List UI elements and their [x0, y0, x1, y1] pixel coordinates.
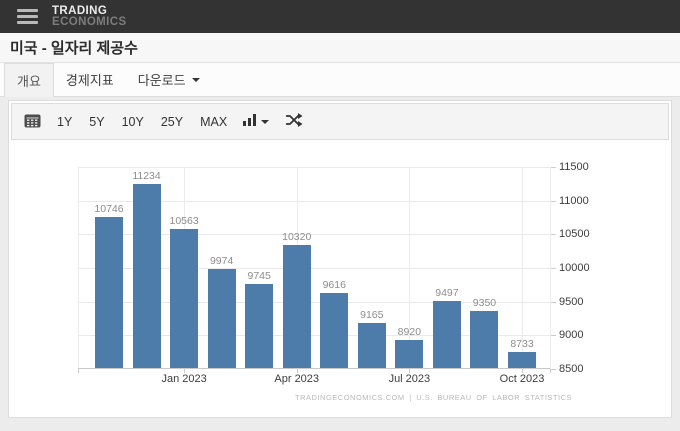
- x-tick-label: Jan 2023: [161, 373, 206, 385]
- bar-apr-2023[interactable]: [283, 245, 311, 368]
- compare-shuffle-icon: [285, 113, 303, 130]
- range-buttons: 1Y 5Y 10Y 25Y MAX: [57, 115, 227, 129]
- x-axis-line: [78, 368, 550, 369]
- tab-indicators-label: 경제지표: [66, 70, 114, 89]
- page-title-bar: 미국 - 일자리 제공수: [0, 33, 680, 63]
- range-button-10y[interactable]: 10Y: [122, 115, 144, 129]
- bar-value-label: 10746: [94, 203, 123, 215]
- bar-jan-2023[interactable]: [170, 229, 198, 368]
- bar-may-2023[interactable]: [320, 293, 348, 368]
- bar-nov-2022[interactable]: [95, 217, 123, 368]
- plot-area: 8500900095001000010500110001150010746112…: [78, 167, 550, 369]
- y-tick-label: 11500: [559, 161, 589, 173]
- tab-overview[interactable]: 개요: [4, 63, 54, 97]
- bar-value-label: 8920: [398, 326, 421, 338]
- main-content: 1Y 5Y 10Y 25Y MAX: [0, 97, 680, 418]
- chart-attribution: TRADINGECONOMICS.COM | U.S. BUREAU OF LA…: [295, 393, 572, 402]
- y-tick-label: 9500: [559, 296, 583, 308]
- gridline: [550, 167, 551, 369]
- y-tick-label: 9000: [559, 329, 583, 341]
- tab-download-label: 다운로드: [138, 70, 186, 89]
- tab-overview-label: 개요: [17, 71, 41, 90]
- gridline: [78, 167, 79, 369]
- bar-jun-2023[interactable]: [358, 323, 386, 368]
- gridline: [78, 167, 550, 168]
- column-chart-icon: [243, 114, 256, 129]
- bar-value-label: 9497: [435, 287, 458, 299]
- tab-indicators[interactable]: 경제지표: [54, 63, 126, 96]
- bar-aug-2023[interactable]: [433, 301, 461, 368]
- chevron-down-icon: [261, 120, 269, 124]
- chart-region: 8500 9000 9500 10000 10500 11000 11500 10746 112…: [9, 142, 671, 416]
- bar-dec-2022[interactable]: [133, 184, 161, 368]
- brand-line-1: TRADING: [52, 6, 127, 17]
- top-bar: TRADING ECONOMICS: [0, 0, 680, 33]
- bar-sep-2023[interactable]: [470, 311, 498, 368]
- y-tick-label: 11000: [559, 195, 589, 207]
- calendar-button[interactable]: [24, 113, 41, 131]
- y-tick-label: 8500: [559, 363, 583, 375]
- bar-value-label: 9350: [473, 297, 496, 309]
- y-tick-label: 10500: [559, 228, 590, 240]
- x-tick-label: Apr 2023: [274, 373, 319, 385]
- tab-download[interactable]: 다운로드: [126, 63, 212, 96]
- bar-value-label: 8733: [510, 338, 533, 350]
- bar-value-label: 9745: [247, 270, 270, 282]
- x-tick: [78, 369, 79, 373]
- brand-logo[interactable]: TRADING ECONOMICS: [52, 6, 127, 27]
- chart-type-button[interactable]: [243, 114, 269, 129]
- compare-button[interactable]: [285, 113, 303, 130]
- bar-feb-2023[interactable]: [208, 269, 236, 368]
- bar-value-label: 10563: [169, 215, 198, 227]
- chevron-down-icon: [192, 78, 200, 82]
- range-button-max[interactable]: MAX: [200, 115, 227, 129]
- bar-value-label: 10320: [282, 231, 311, 243]
- range-button-5y[interactable]: 5Y: [89, 115, 104, 129]
- chart-panel: 1Y 5Y 10Y 25Y MAX: [8, 100, 672, 418]
- y-tick-label: 10000: [559, 262, 590, 274]
- menu-icon[interactable]: [17, 9, 38, 24]
- range-button-25y[interactable]: 25Y: [161, 115, 183, 129]
- range-button-1y[interactable]: 1Y: [57, 115, 72, 129]
- x-tick-label: Jul 2023: [389, 373, 431, 385]
- page-title: 미국 - 일자리 제공수: [10, 37, 138, 58]
- tab-bar: 개요 경제지표 다운로드: [0, 63, 680, 97]
- bar-oct-2023[interactable]: [508, 352, 536, 368]
- x-tick-label: Oct 2023: [500, 373, 545, 385]
- bar-value-label: 9974: [210, 255, 233, 267]
- bar-mar-2023[interactable]: [245, 284, 273, 368]
- gridline: [409, 167, 410, 369]
- bar-value-label: 11234: [132, 170, 160, 182]
- chart-toolbar: 1Y 5Y 10Y 25Y MAX: [11, 103, 669, 140]
- bar-value-label: 9616: [323, 279, 346, 291]
- brand-line-2: ECONOMICS: [52, 17, 127, 28]
- calendar-icon: [24, 113, 41, 131]
- x-tick: [550, 369, 551, 373]
- bar-value-label: 9165: [360, 309, 383, 321]
- bar-jul-2023[interactable]: [395, 340, 423, 368]
